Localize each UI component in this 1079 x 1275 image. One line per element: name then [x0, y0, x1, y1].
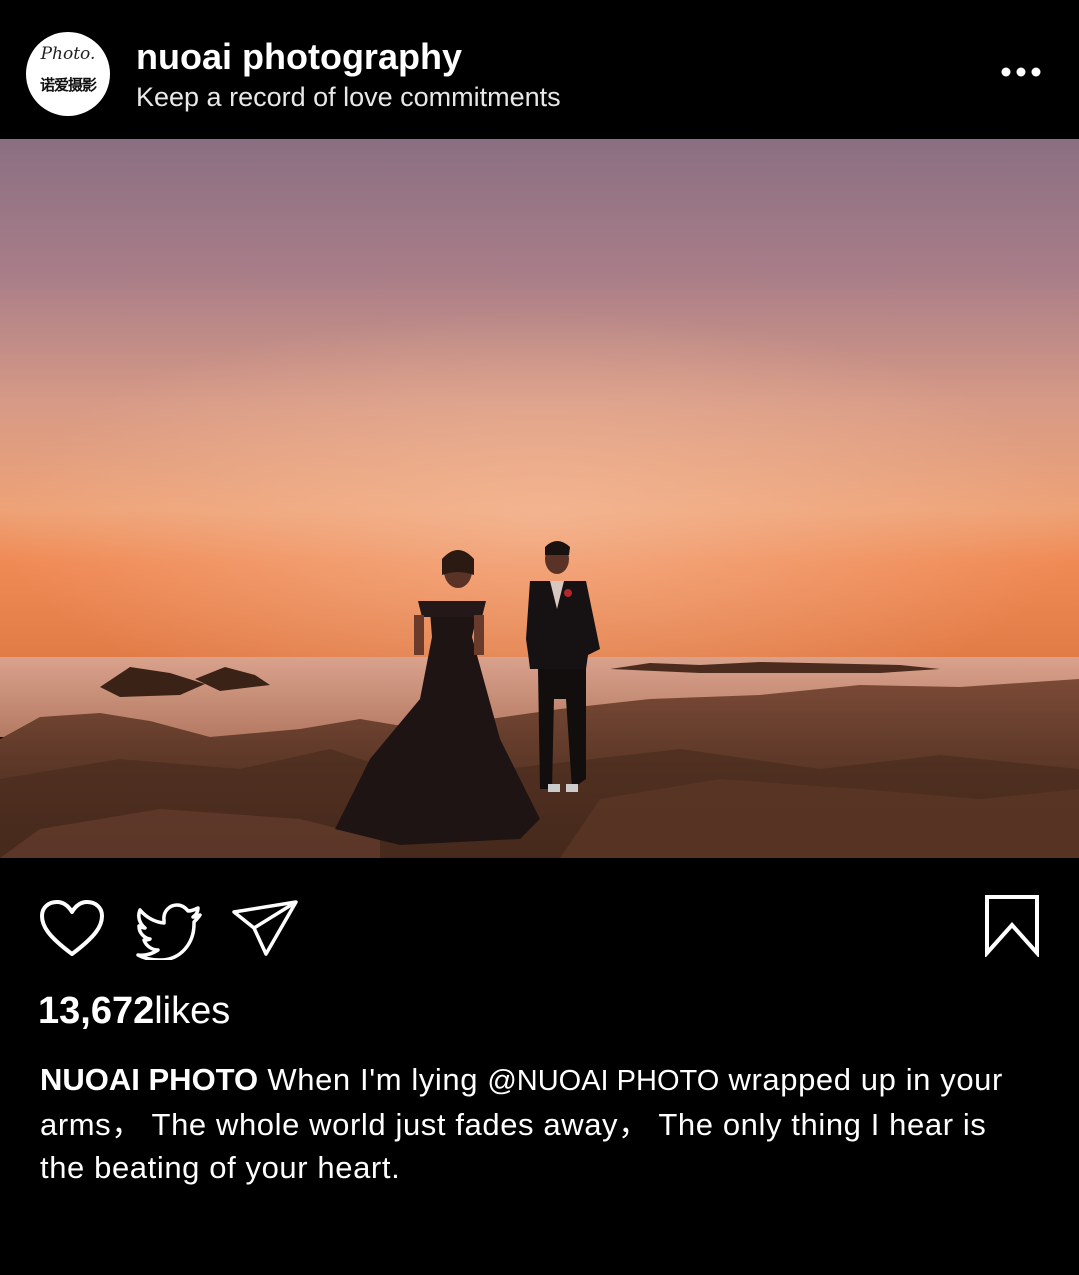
- account-name[interactable]: nuoai photography: [136, 36, 462, 78]
- share-twitter-button[interactable]: [134, 900, 204, 962]
- bookmark-button[interactable]: [983, 893, 1041, 959]
- account-tagline: Keep a record of love commitments: [136, 82, 561, 112]
- avatar[interactable]: Photo. 诺爱摄影: [26, 32, 110, 116]
- post-header: Photo. 诺爱摄影 nuoai photography Keep a rec…: [0, 0, 1079, 139]
- paper-plane-icon: [232, 900, 298, 956]
- caption-text-1: When I'm lying: [258, 1062, 488, 1097]
- avatar-script-text: Photo.: [40, 44, 96, 64]
- more-horizontal-icon: [1001, 67, 1041, 77]
- bookmark-icon: [985, 895, 1039, 959]
- likes-label: likes: [154, 990, 231, 1032]
- caption-mention[interactable]: @NUOAI PHOTO: [487, 1065, 719, 1097]
- send-button[interactable]: [230, 898, 300, 958]
- like-button[interactable]: [38, 898, 106, 960]
- heart-icon: [40, 900, 104, 956]
- post-photo[interactable]: [0, 139, 1079, 858]
- likes-number: 13,672: [38, 990, 155, 1032]
- likes-count[interactable]: 13,672likes: [38, 990, 230, 1033]
- sunset-couple-photo: [0, 139, 1079, 858]
- avatar-brand-text: 诺爱摄影: [39, 76, 97, 94]
- twitter-bird-icon: [136, 903, 202, 962]
- more-options-button[interactable]: [995, 58, 1051, 86]
- post-caption: NUOAI PHOTO When I'm lying @NUOAI PHOTO …: [40, 1058, 1040, 1189]
- caption-username[interactable]: NUOAI PHOTO: [40, 1062, 258, 1097]
